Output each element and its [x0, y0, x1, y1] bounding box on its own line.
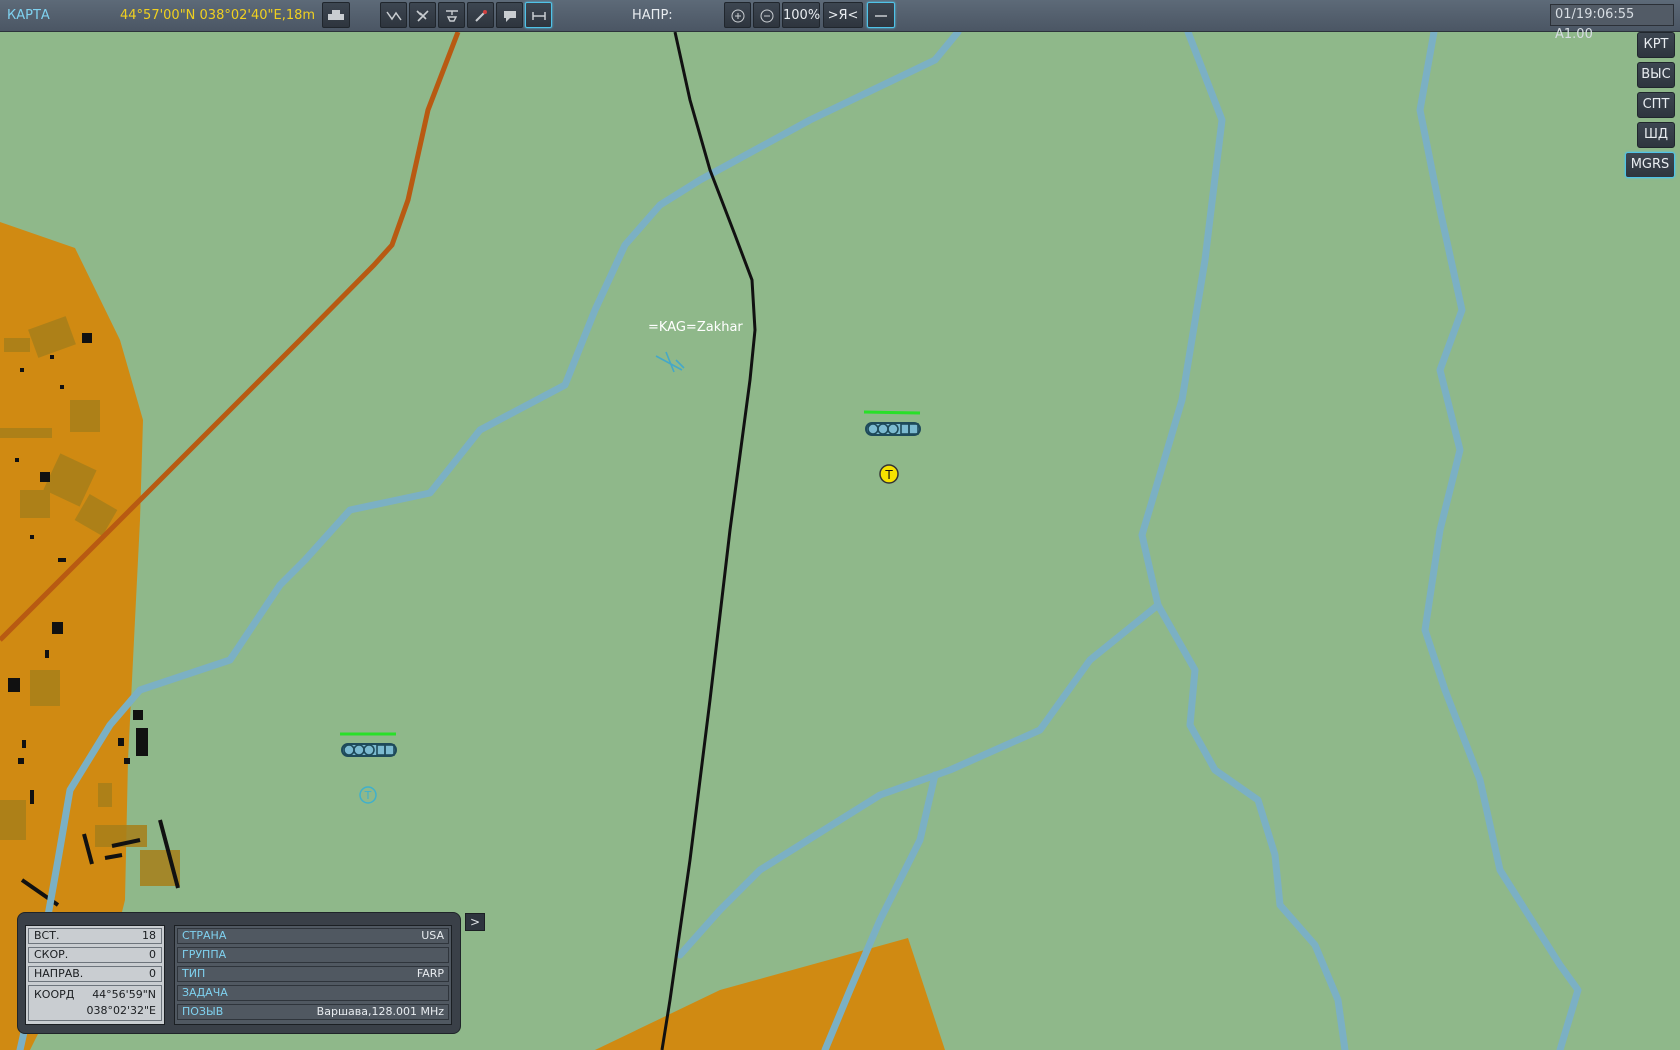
vehicle-icon — [328, 10, 344, 20]
center-on-self-button[interactable]: >Я< — [823, 2, 863, 28]
type-label: ТИП — [182, 967, 206, 980]
route-button[interactable] — [380, 2, 407, 28]
vehicle-filter-button[interactable] — [322, 2, 350, 28]
helicopter-filter-button[interactable] — [438, 2, 465, 28]
direction-label: НАПР: — [632, 8, 673, 23]
sam-filter-icon — [474, 10, 487, 22]
type-row: ТИП FARP — [177, 966, 449, 982]
speed-label: СКОР. — [34, 948, 69, 961]
country-label: СТРАНА — [182, 929, 227, 942]
ruler-button[interactable] — [525, 2, 552, 28]
country-value: USA — [421, 929, 444, 942]
speed-value: 0 — [149, 948, 156, 961]
zoom-in-icon — [731, 9, 744, 23]
country-row: СТРАНА USA — [177, 928, 449, 944]
plane-filter-icon — [415, 10, 429, 22]
svg-text:T: T — [364, 789, 372, 802]
altitude-label: ВСТ. — [34, 929, 60, 942]
callsign-label: ПОЗЫВ — [182, 1005, 224, 1018]
line-button[interactable] — [867, 2, 895, 28]
flight-data-box: ВСТ. 18 СКОР. 0 НАПРАВ. 0 КООРД 44°56'59… — [25, 925, 165, 1025]
zoom-in-button[interactable] — [724, 2, 751, 28]
ruler-icon — [531, 12, 546, 20]
helicopter-filter-icon — [445, 10, 458, 22]
message-button[interactable] — [496, 2, 523, 28]
line-icon — [875, 15, 887, 17]
mgrs-format-button[interactable]: MGRS — [1625, 152, 1675, 178]
type-value: FARP — [416, 967, 444, 980]
heading-value: 0 — [149, 967, 156, 980]
coord-label: КООРД — [34, 988, 75, 1001]
satellite-layer-button[interactable]: СПТ — [1637, 92, 1675, 118]
map-layer-button[interactable]: КРТ — [1637, 32, 1675, 58]
expand-panel-button[interactable]: > — [465, 913, 485, 931]
top-toolbar: КАРТА 44°57'00"N 038°02'40"E,18m НАПР: 1… — [0, 0, 1680, 42]
coord-lat: 44°56'59"N — [92, 988, 156, 1001]
route-icon — [385, 11, 402, 21]
group-row: ГРУППА — [177, 947, 449, 963]
tactical-map[interactable]: T T — [0, 0, 1680, 1050]
latlon-format-button[interactable]: ШД — [1637, 122, 1675, 148]
plane-filter-button[interactable] — [409, 2, 436, 28]
heading-label: НАПРАВ. — [34, 967, 84, 980]
zoom-level-display: 100% — [782, 2, 820, 28]
object-details-box: СТРАНА USA ГРУППА ТИП FARP ЗАДАЧА ПОЗЫВ … — [174, 925, 452, 1025]
unit-callsign-label[interactable]: =KAG=Zakhar — [648, 320, 743, 335]
group-label: ГРУППА — [182, 948, 227, 961]
cursor-coordinates: 44°57'00"N 038°02'40"E,18m — [120, 8, 316, 23]
unit-info-panel: ВСТ. 18 СКОР. 0 НАПРАВ. 0 КООРД 44°56'59… — [17, 912, 461, 1034]
task-label: ЗАДАЧА — [182, 986, 228, 999]
altitude-layer-button[interactable]: ВЫС — [1637, 62, 1675, 88]
callsign-value: Варшава,128.001 MHz — [316, 1005, 444, 1018]
altitude-value: 18 — [142, 929, 156, 942]
message-icon — [503, 11, 516, 22]
callsign-row: ПОЗЫВ Варшава,128.001 MHz — [177, 1004, 449, 1020]
altitude-row: ВСТ. 18 — [28, 928, 162, 944]
speed-row: СКОР. 0 — [28, 947, 162, 963]
heading-row: НАПРАВ. 0 — [28, 966, 162, 982]
zoom-out-button[interactable] — [753, 2, 780, 28]
task-row: ЗАДАЧА — [177, 985, 449, 1001]
map-title[interactable]: КАРТА — [7, 0, 50, 31]
target-marker-yellow[interactable]: T — [879, 464, 899, 484]
coord-lon: 038°02'32"E — [86, 1004, 156, 1017]
sam-filter-button[interactable] — [467, 2, 494, 28]
zoom-out-icon — [760, 9, 773, 23]
svg-text:T: T — [884, 468, 893, 482]
mission-time-display: 01/19:06:55 A1.00 — [1550, 4, 1674, 42]
coord-row: КООРД 44°56'59"N 038°02'32"E — [28, 985, 162, 1021]
